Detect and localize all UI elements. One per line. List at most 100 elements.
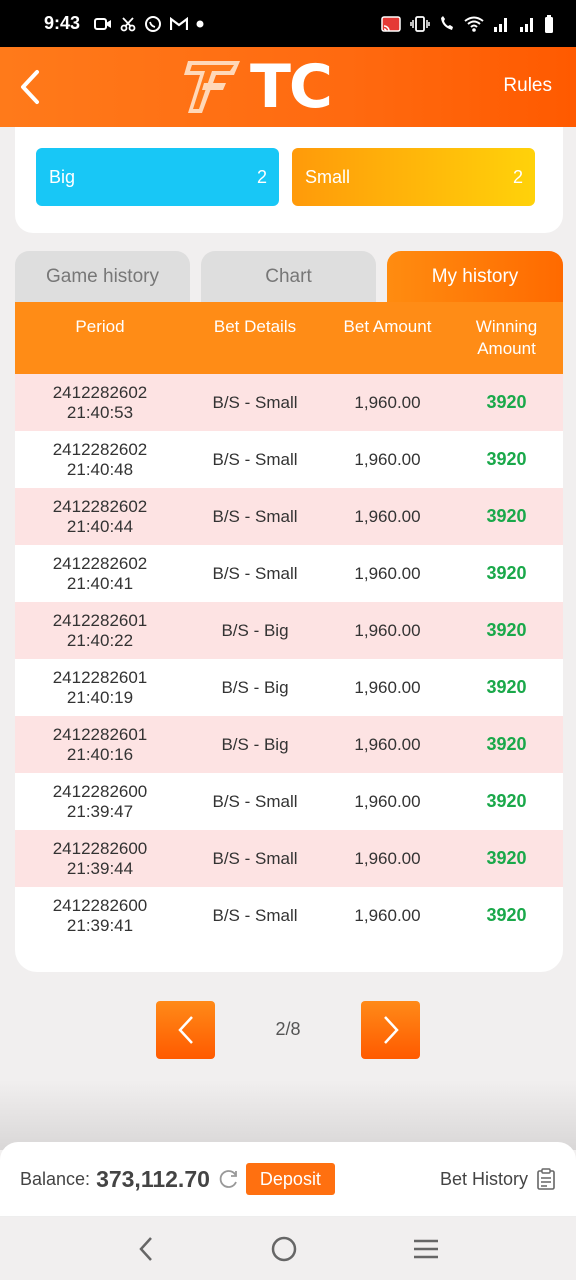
period-number: 2412282602 xyxy=(52,439,148,459)
bet-amount-cell: 1,960.00 xyxy=(354,506,421,526)
video-call-icon xyxy=(94,17,112,30)
winning-amount-cell: 3920 xyxy=(486,392,527,412)
table-body: 2412282602 21:40:53 B/S - Small 1,960.00 392… xyxy=(15,374,563,944)
bet-details-cell: B/S - Small xyxy=(212,848,298,868)
scissors-icon xyxy=(120,16,136,31)
next-page-button[interactable] xyxy=(361,1001,420,1059)
pagination: 2/8 xyxy=(0,1001,576,1059)
period-cell: 2412282601 21:40:19 xyxy=(15,668,185,708)
bet-amount-cell: 1,960.00 xyxy=(354,734,421,754)
bet-amount-cell: 1,960.00 xyxy=(354,449,421,469)
page-indicator: 2/8 xyxy=(275,1019,301,1039)
gmail-icon xyxy=(170,16,189,30)
deposit-button[interactable]: Deposit xyxy=(245,1163,335,1195)
period-time: 21:40:16 xyxy=(66,744,134,764)
nav-back-icon[interactable] xyxy=(136,1235,156,1263)
bet-details-cell: B/S - Small xyxy=(212,506,298,526)
tab-chart[interactable]: Chart xyxy=(201,251,376,303)
header-winning-amount: Winning Amount xyxy=(475,317,538,358)
bet-details-cell: B/S - Small xyxy=(212,449,298,469)
period-number: 2412282601 xyxy=(52,724,148,744)
period-number: 2412282601 xyxy=(52,667,148,687)
bet-amount-cell: 1,960.00 xyxy=(354,848,421,868)
bet-details-cell: B/S - Big xyxy=(221,734,289,754)
header-bet-details: Bet Details xyxy=(213,317,297,336)
winning-amount-cell: 3920 xyxy=(486,734,527,754)
period-time: 21:40:48 xyxy=(66,459,134,479)
period-time: 21:39:41 xyxy=(66,915,134,935)
bet-amount-cell: 1,960.00 xyxy=(354,677,421,697)
big-option-button[interactable]: Big 2 xyxy=(36,148,279,206)
bet-details-cell: B/S - Small xyxy=(212,791,298,811)
tab-game-history[interactable]: Game history xyxy=(15,251,190,303)
period-cell: 2412282600 21:39:41 xyxy=(15,896,185,936)
bet-amount-cell: 1,960.00 xyxy=(354,392,421,412)
period-number: 2412282602 xyxy=(52,496,148,516)
table-row: 2412282600 21:39:47 B/S - Small 1,960.00 392… xyxy=(15,773,563,830)
nav-home-icon[interactable] xyxy=(269,1234,299,1264)
clipboard-icon xyxy=(537,1168,555,1190)
period-number: 2412282602 xyxy=(52,553,148,573)
system-icons xyxy=(380,14,554,33)
table-row: 2412282600 21:39:41 B/S - Small 1,960.00 392… xyxy=(15,887,563,944)
period-number: 2412282601 xyxy=(52,610,148,630)
period-cell: 2412282602 21:40:53 xyxy=(15,383,185,423)
whatsapp-icon xyxy=(145,15,162,32)
chevron-left-icon xyxy=(21,70,39,104)
table-row: 2412282602 21:40:44 B/S - Small 1,960.00 392… xyxy=(15,488,563,545)
dot-icon xyxy=(196,20,204,27)
rules-link[interactable]: Rules xyxy=(503,75,552,97)
winning-amount-cell: 3920 xyxy=(486,620,527,640)
bet-details-cell: B/S - Small xyxy=(212,905,298,925)
previous-page-button[interactable] xyxy=(156,1001,215,1059)
period-time: 21:40:22 xyxy=(66,630,134,650)
bet-amount-cell: 1,960.00 xyxy=(354,905,421,925)
balance-value: 373,112.70 xyxy=(96,1165,210,1192)
table-row: 2412282602 21:40:48 B/S - Small 1,960.00 392… xyxy=(15,431,563,488)
header-bet-amount: Bet Amount xyxy=(343,317,432,336)
winning-amount-cell: 3920 xyxy=(486,506,527,526)
small-option-button[interactable]: Small 2 xyxy=(292,148,535,206)
tab-my-history[interactable]: My history xyxy=(387,251,563,303)
bet-options-card: Big 2 Small 2 xyxy=(15,127,563,233)
bet-details-cell: B/S - Small xyxy=(212,563,298,583)
small-option-label: Small xyxy=(305,166,351,187)
bet-amount-cell: 1,960.00 xyxy=(354,620,421,640)
table-row: 2412282601 21:40:22 B/S - Big 1,960.00 3920 xyxy=(15,602,563,659)
header-period: Period xyxy=(75,317,125,336)
bet-details-cell: B/S - Small xyxy=(212,392,298,412)
status-time: 9:43 xyxy=(44,13,81,33)
table-row: 2412282602 21:40:41 B/S - Small 1,960.00 392… xyxy=(15,545,563,602)
bet-amount-cell: 1,960.00 xyxy=(354,791,421,811)
bet-details-cell: B/S - Big xyxy=(221,677,289,697)
period-cell: 2412282601 21:40:16 xyxy=(15,725,185,765)
period-cell: 2412282601 21:40:22 xyxy=(15,611,185,651)
period-cell: 2412282600 21:39:47 xyxy=(15,782,185,822)
bet-history-link[interactable]: Bet History xyxy=(440,1168,556,1190)
back-button[interactable] xyxy=(0,47,60,127)
chevron-left-icon xyxy=(177,1016,193,1044)
my-history-table: Period Bet Details Bet Amount Winning Am… xyxy=(15,302,563,972)
system-nav-bar xyxy=(0,1217,576,1280)
wifi-call-icon xyxy=(441,15,453,30)
nav-recents-icon[interactable] xyxy=(412,1237,440,1261)
period-time: 21:39:44 xyxy=(66,858,134,878)
notification-icons xyxy=(94,15,204,33)
period-time: 21:40:53 xyxy=(66,402,134,422)
period-time: 21:40:19 xyxy=(66,687,134,707)
bottom-fade xyxy=(0,1080,576,1150)
table-row: 2412282601 21:40:16 B/S - Big 1,960.00 3920 xyxy=(15,716,563,773)
big-option-label: Big xyxy=(49,166,76,187)
app-header: TC Rules xyxy=(0,47,576,127)
small-option-count: 2 xyxy=(512,166,523,187)
vibrate-icon xyxy=(410,15,430,32)
status-bar: 9:43 xyxy=(0,0,576,47)
brand-logo: TC xyxy=(180,55,333,119)
table-row: 2412282600 21:39:44 B/S - Small 1,960.00 392… xyxy=(15,830,563,887)
table-row: 2412282601 21:40:19 B/S - Big 1,960.00 3920 xyxy=(15,659,563,716)
table-header: Period Bet Details Bet Amount Winning Am… xyxy=(15,302,563,374)
cast-icon xyxy=(381,15,401,32)
refresh-icon[interactable] xyxy=(218,1168,240,1190)
balance-label: Balance: xyxy=(20,1168,91,1189)
winning-amount-cell: 3920 xyxy=(486,905,527,925)
